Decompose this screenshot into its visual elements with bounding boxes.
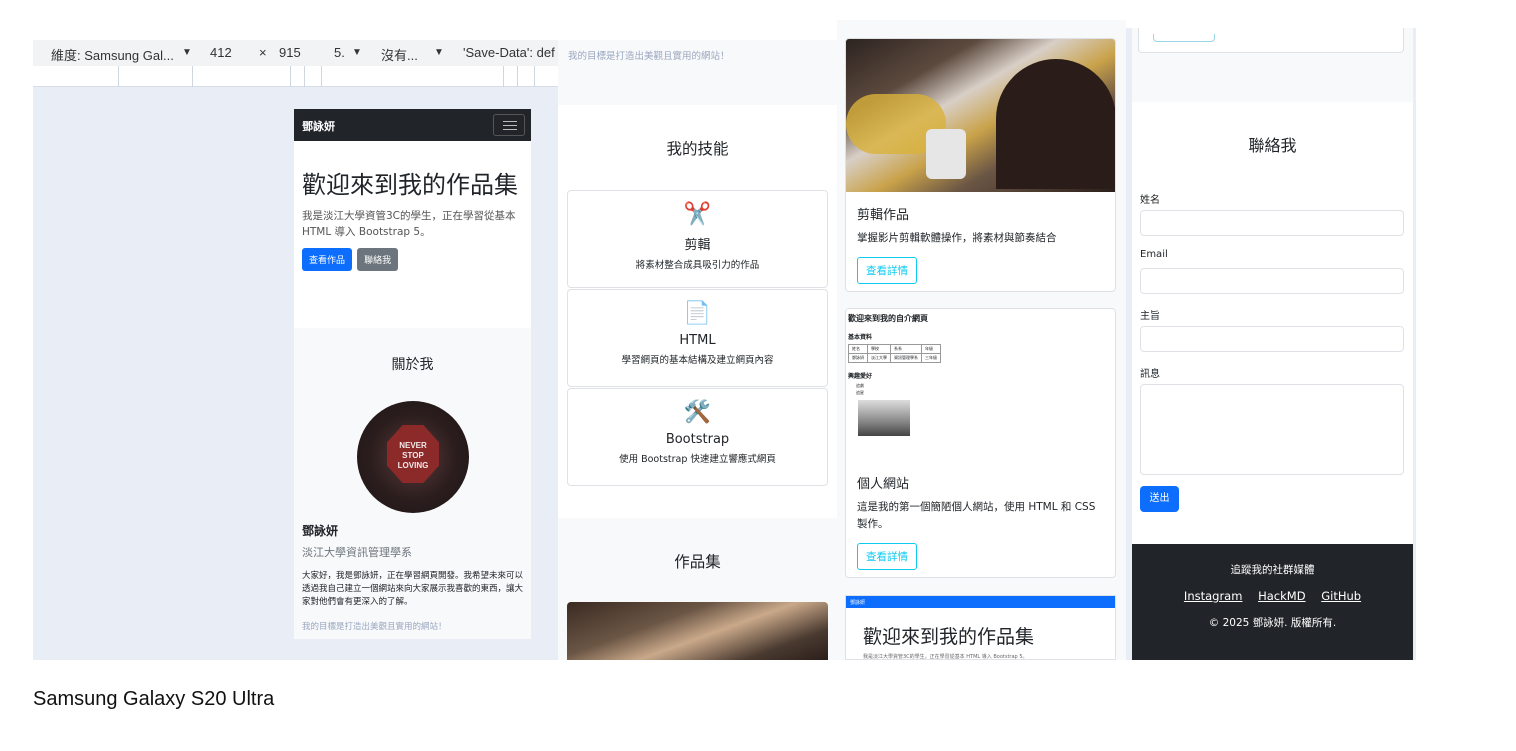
mini-section: 基本資料: [848, 334, 873, 341]
message-label: 訊息: [1140, 369, 1160, 380]
skill-title: HTML: [679, 333, 716, 348]
contact-title: 聯絡我: [1248, 136, 1297, 155]
view-details-button[interactable]: 查看詳情: [857, 543, 917, 570]
hero-description: 我是淡江大學資管3C的學生，正在學習從基本 HTML 導入 Bootstrap …: [302, 210, 516, 238]
preview-desc: 我是淡江大學資管3C的學生，正在學習從基本 HTML 導入 Bootstrap …: [863, 654, 1028, 660]
device-caption: Samsung Galaxy S20 Ultra: [33, 688, 275, 710]
save-data-select[interactable]: 'Save-Data': def: [463, 45, 555, 60]
avatar: NEVER STOP LOVING: [357, 401, 469, 513]
work-desc: 這是我的第一個簡陋個人網站，使用 HTML 和 CSS 製作。: [857, 501, 1096, 530]
github-link[interactable]: GitHub: [1321, 589, 1361, 603]
height-input[interactable]: 915: [279, 45, 301, 60]
hero-title: 歡迎來到我的作品集: [302, 171, 518, 199]
mini-hobby: 追星: [856, 390, 864, 395]
document-icon: 📄: [683, 301, 712, 326]
previous-card: [1132, 28, 1413, 102]
mini-table: 姓名 學校 系系 年級 鄧詠妍 淡江大學 資訊管理學系 三年級: [848, 344, 941, 363]
works-title: 作品集: [674, 553, 721, 571]
about-title: 關於我: [391, 357, 434, 373]
skill-desc: 使用 Bootstrap 快速建立響應式網頁: [619, 454, 776, 465]
works-panel: 剪輯作品 掌握影片剪輯軟體操作，將素材與節奏結合 查看詳情 歡迎來到我的自介網頁…: [837, 20, 1126, 660]
preview-navbar: 鄧詠妍: [846, 596, 1115, 608]
mini-section: 興趣愛好: [848, 373, 873, 380]
send-button[interactable]: 送出: [1140, 486, 1179, 512]
profile-school: 淡江大學資訊管理學系: [302, 546, 412, 559]
footer: 追蹤我的社群媒體 Instagram HackMD GitHub © 2025 …: [1132, 544, 1413, 660]
skill-title: 剪輯: [684, 238, 711, 253]
profile-name: 鄧詠妍: [302, 524, 339, 538]
website-screenshot: 歡迎來到我的自介網頁 基本資料 姓名 學校 系系 年級 鄧詠妍 淡江大學 資訊管理學系 三年…: [846, 309, 1115, 461]
menu-toggle-icon[interactable]: [493, 114, 525, 136]
device-emulator-panel: 維度: Samsung Gal... ▼ 412 × 915 5. ▼ 沒有..…: [33, 40, 558, 660]
navbar-brand[interactable]: 鄧詠妍: [302, 118, 335, 134]
media-query-ruler[interactable]: [33, 66, 558, 87]
subject-label: 主旨: [1140, 311, 1160, 322]
hackmd-link[interactable]: HackMD: [1258, 589, 1305, 603]
goal-text: 我的目標是打造出美觀且實用的網站！: [558, 40, 837, 105]
work-title: 個人網站: [857, 477, 910, 492]
view-works-button[interactable]: 查看作品: [302, 248, 353, 271]
work-card-editing: 剪輯作品 掌握影片剪輯軟體操作，將素材與節奏結合 查看詳情: [845, 38, 1116, 292]
contact-panel: 聯絡我 姓名 Email 主旨 訊息 送出 追蹤我的社群媒體 Instagram…: [1126, 28, 1416, 660]
skill-card-html: 📄 HTML 學習網頁的基本結構及建立網頁內容: [567, 289, 828, 387]
name-label: 姓名: [1140, 195, 1160, 206]
hero-section: 歡迎來到我的作品集 我是淡江大學資管3C的學生，正在學習從基本 HTML 導入 …: [294, 141, 531, 328]
chevron-down-icon[interactable]: ▼: [434, 47, 444, 58]
scissors-icon: ✂️: [683, 202, 712, 227]
skill-card-bootstrap: 🛠️ Bootstrap 使用 Bootstrap 快速建立響應式網頁: [567, 388, 828, 486]
times-label: ×: [259, 45, 267, 60]
avatar-sign-text: NEVER STOP LOVING: [397, 441, 429, 470]
social-links: Instagram HackMD GitHub: [1132, 589, 1413, 603]
work-card-website: 歡迎來到我的自介網頁 基本資料 姓名 學校 系系 年級 鄧詠妍 淡江大學 資訊管理學系 三年…: [845, 308, 1116, 578]
contact-page: 聯絡我 姓名 Email 主旨 訊息 送出 追蹤我的社群媒體 Instagram…: [1132, 28, 1413, 660]
skills-panel: 我的目標是打造出美觀且實用的網站！ 我的技能 ✂️ 剪輯 將素材整合成具吸引力的…: [558, 40, 837, 660]
subject-field[interactable]: [1140, 326, 1404, 352]
device-select[interactable]: 維度: Samsung Gal...: [51, 45, 174, 64]
preview-title: 歡迎來到我的作品集: [863, 626, 1035, 648]
throttle-select[interactable]: 沒有...: [381, 45, 418, 64]
skill-desc: 學習網頁的基本結構及建立網頁內容: [621, 355, 774, 366]
mini-webpage: 歡迎來到我的自介網頁 基本資料 姓名 學校 系系 年級 鄧詠妍 淡江大學 資訊管理學系 三年…: [846, 309, 1115, 459]
navbar: 鄧詠妍: [294, 109, 531, 141]
copyright: © 2025 鄧詠妍. 版權所有.: [1208, 617, 1337, 629]
mini-photo: [858, 400, 910, 436]
skill-title: Bootstrap: [665, 432, 730, 447]
width-input[interactable]: 412: [210, 45, 232, 60]
profile-bio: 大家好，我是鄧詠妍，正在學習網頁開發。我希望未來可以透過我自己建立一個網站來向大…: [302, 571, 524, 607]
skills-title: 我的技能: [666, 140, 729, 158]
footer-title: 追蹤我的社群媒體: [1230, 564, 1315, 576]
mini-hobby: 追劇: [856, 383, 864, 388]
tools-icon: 🛠️: [683, 400, 712, 425]
zoom-select[interactable]: 5.: [334, 45, 345, 60]
devtools-toolbar: 維度: Samsung Gal... ▼ 412 × 915 5. ▼ 沒有..…: [33, 40, 558, 66]
contact-button[interactable]: 聯絡我: [357, 248, 399, 271]
partial-button[interactable]: [1153, 34, 1215, 42]
name-field[interactable]: [1140, 210, 1404, 236]
about-section: 關於我 NEVER STOP LOVING 鄧詠妍 淡江大學資訊管理學系 大家好…: [294, 328, 531, 639]
chevron-down-icon[interactable]: ▼: [352, 47, 362, 58]
work-title: 剪輯作品: [857, 208, 910, 223]
work-image: [846, 39, 1115, 192]
work-thumbnail: [567, 602, 828, 660]
mini-title: 歡迎來到我的自介網頁: [848, 314, 928, 323]
chevron-down-icon[interactable]: ▼: [182, 47, 192, 58]
profile-goal: 我的目標是打造出美觀且實用的網站！: [302, 622, 447, 632]
email-label: Email: [1140, 249, 1168, 260]
message-textarea[interactable]: [1140, 384, 1404, 475]
view-details-button[interactable]: 查看詳情: [857, 257, 917, 284]
skill-card-editing: ✂️ 剪輯 將素材整合成具吸引力的作品: [567, 190, 828, 288]
work-desc: 掌握影片剪輯軟體操作，將素材與節奏結合: [857, 232, 1057, 244]
site-preview: 鄧詠妍 歡迎來到我的作品集 我是淡江大學資管3C的學生，正在學習從基本 HTML…: [845, 595, 1116, 660]
phone-viewport: 鄧詠妍 歡迎來到我的作品集 我是淡江大學資管3C的學生，正在學習從基本 HTML…: [294, 109, 531, 639]
skill-desc: 將素材整合成具吸引力的作品: [635, 260, 760, 271]
email-field[interactable]: [1140, 268, 1404, 294]
instagram-link[interactable]: Instagram: [1184, 589, 1243, 603]
